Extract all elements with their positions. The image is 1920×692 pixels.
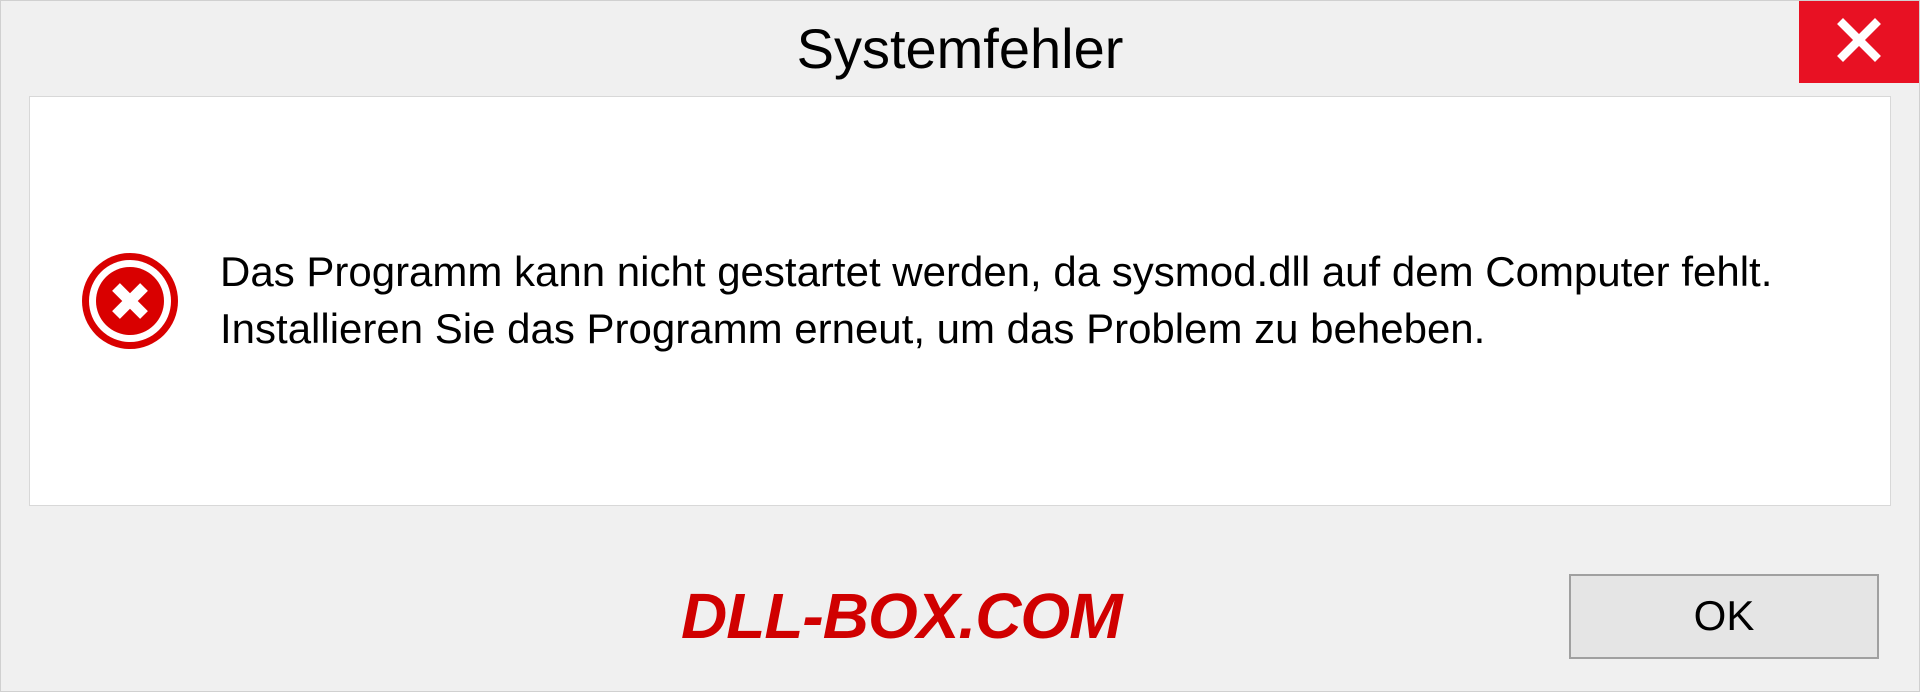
titlebar: Systemfehler bbox=[1, 1, 1919, 96]
ok-button-label: OK bbox=[1694, 592, 1755, 640]
error-icon bbox=[80, 251, 180, 351]
ok-button[interactable]: OK bbox=[1569, 574, 1879, 659]
watermark-text: DLL-BOX.COM bbox=[681, 579, 1122, 653]
message-panel: Das Programm kann nicht gestartet werden… bbox=[29, 96, 1891, 506]
error-dialog: Systemfehler Das Programm kann nicht ges… bbox=[0, 0, 1920, 692]
close-icon bbox=[1835, 16, 1883, 69]
close-button[interactable] bbox=[1799, 1, 1919, 83]
dialog-footer: DLL-BOX.COM OK bbox=[1, 541, 1919, 691]
dialog-title: Systemfehler bbox=[797, 16, 1124, 81]
error-message: Das Programm kann nicht gestartet werden… bbox=[220, 244, 1840, 357]
